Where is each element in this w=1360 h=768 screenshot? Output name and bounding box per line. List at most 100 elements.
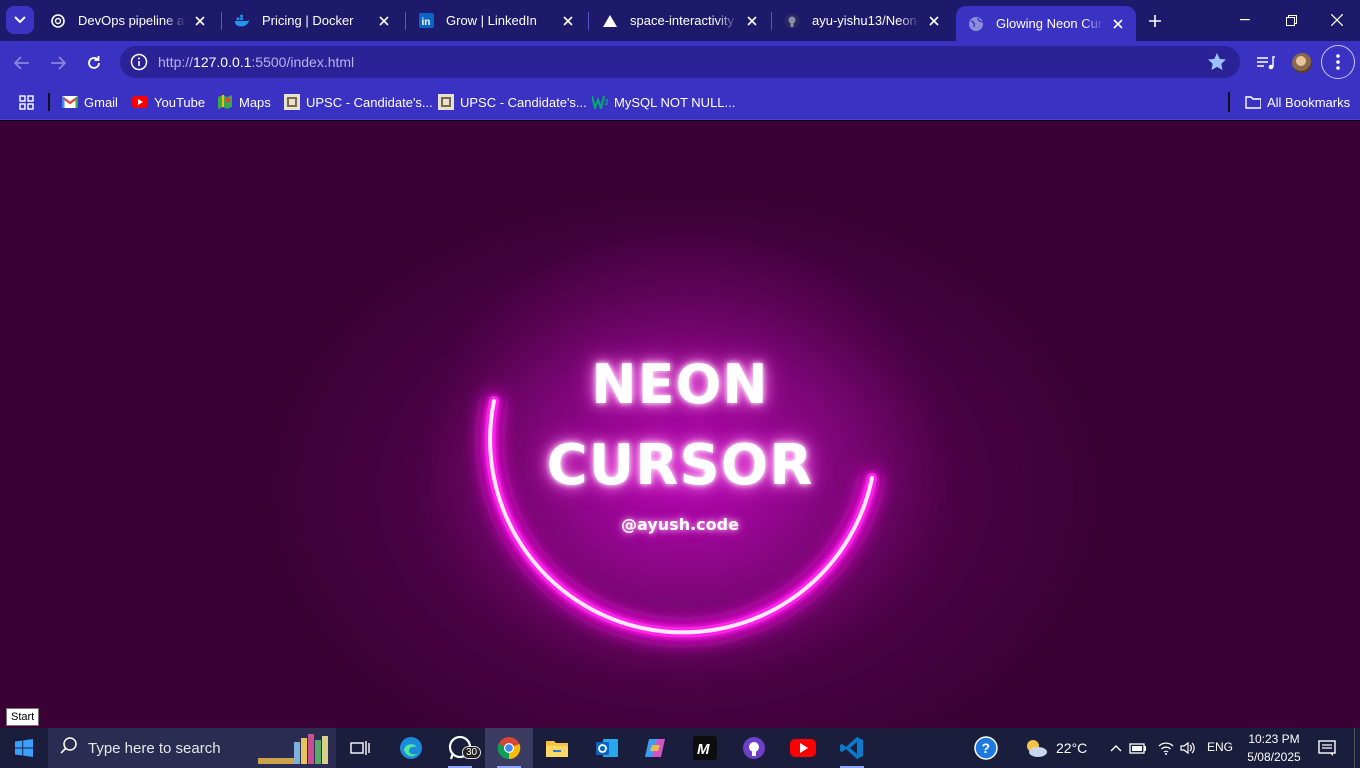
tab-title: DevOps pipeline and	[78, 13, 186, 28]
volume-control[interactable]	[1170, 728, 1206, 768]
search-placeholder: Type here to search	[88, 739, 221, 757]
bookmark-youtube[interactable]: YouTube	[132, 92, 205, 112]
close-icon[interactable]	[560, 13, 576, 29]
weather-widget[interactable]	[1012, 728, 1060, 768]
tab-space-interactivity[interactable]: space-interactivity - C	[590, 6, 770, 35]
tab-docker[interactable]: Pricing | Docker	[222, 6, 402, 35]
restore-button[interactable]	[1268, 0, 1314, 40]
forward-button[interactable]	[44, 49, 72, 77]
taskbar-whatsapp[interactable]: 30	[436, 728, 484, 768]
back-button[interactable]	[8, 49, 36, 77]
input-language[interactable]: ENG	[1207, 740, 1233, 754]
browser-toolbar: http://127.0.0.1:5500/index.html	[0, 41, 1360, 84]
taskbar-outlook[interactable]	[583, 728, 631, 768]
svg-text:?: ?	[982, 740, 991, 756]
media-control-button[interactable]	[1252, 49, 1280, 77]
system-clock[interactable]: 10:23 PM 5/08/2025	[1242, 730, 1306, 766]
plus-icon	[1149, 15, 1161, 27]
taskbar-edge[interactable]	[387, 728, 435, 768]
bookmark-mysql[interactable]: 3 MySQL NOT NULL...	[592, 92, 735, 112]
reload-icon	[88, 56, 100, 69]
bookmark-label: Gmail	[84, 94, 118, 110]
bookmark-divider	[1228, 92, 1230, 112]
url-text: http://127.0.0.1:5500/index.html	[158, 54, 354, 70]
windows-taskbar: Type here to search 30 M ? 22°C ENG 10:2…	[0, 728, 1360, 768]
upsc-icon	[284, 94, 300, 110]
taskbar-m-app[interactable]: M	[681, 728, 729, 768]
notifications-button[interactable]	[1306, 728, 1348, 768]
browser-menu-button[interactable]	[1321, 45, 1355, 79]
chrome-icon	[497, 737, 521, 760]
close-icon[interactable]	[926, 13, 942, 29]
outlook-icon	[596, 739, 618, 757]
folder-icon	[1245, 94, 1261, 110]
tab-separator	[588, 12, 589, 30]
battery-icon	[1129, 743, 1146, 754]
tab-search-button[interactable]	[6, 6, 34, 34]
m-app-icon: M	[693, 736, 717, 760]
taskbar-chrome[interactable]	[485, 728, 533, 768]
page-title-line-2: CURSOR	[546, 433, 814, 498]
bookmark-upsc-2[interactable]: UPSC - Candidate's...	[438, 92, 587, 112]
svg-text:3: 3	[604, 98, 608, 107]
restore-icon	[1285, 14, 1297, 26]
reload-button[interactable]	[80, 49, 108, 77]
bookmark-gmail[interactable]: Gmail	[62, 92, 118, 112]
chevron-down-icon	[14, 16, 26, 24]
tab-linkedin[interactable]: in Grow | LinkedIn	[406, 6, 586, 35]
show-desktop-button[interactable]	[1354, 728, 1360, 768]
new-tab-button[interactable]	[1144, 10, 1166, 32]
notification-center-icon	[1318, 740, 1336, 756]
profile-button[interactable]	[1288, 49, 1316, 77]
taskbar-search[interactable]: Type here to search	[48, 728, 336, 768]
avatar	[1292, 53, 1312, 73]
close-icon[interactable]	[1110, 16, 1126, 32]
author-handle: @ayush.code	[621, 515, 739, 534]
w3-icon: 3	[592, 94, 608, 110]
tab-github[interactable]: ayu-yishu13/Neon-Cu	[772, 6, 952, 35]
all-bookmarks-button[interactable]: All Bookmarks	[1245, 92, 1350, 112]
bookmark-star-icon[interactable]	[1208, 53, 1226, 75]
url-scheme: http://	[158, 54, 194, 70]
minimize-icon	[1240, 19, 1250, 21]
neon-cursor-arc	[425, 221, 945, 681]
minimize-button[interactable]	[1222, 0, 1268, 40]
close-icon[interactable]	[376, 13, 392, 29]
github-desktop-icon	[743, 737, 765, 759]
help-button[interactable]: ?	[962, 728, 1010, 768]
url-host: 127.0.0.1	[193, 54, 252, 70]
page-title-line-1: NEON	[591, 353, 769, 416]
weather-temperature[interactable]: 22°C	[1056, 740, 1087, 756]
tab-title: Glowing Neon Cursor	[996, 16, 1104, 31]
bookmark-maps[interactable]: Maps	[217, 92, 271, 112]
openai-icon	[50, 13, 66, 29]
bookmark-label: UPSC - Candidate's...	[306, 94, 433, 110]
address-bar[interactable]: http://127.0.0.1:5500/index.html	[120, 46, 1240, 78]
github-icon	[784, 13, 800, 29]
windows-logo-icon	[15, 739, 33, 757]
tab-devops[interactable]: DevOps pipeline and	[38, 6, 218, 35]
gmail-icon	[62, 94, 78, 110]
bookmark-label: Maps	[239, 94, 271, 110]
bookmark-label: MySQL NOT NULL...	[614, 94, 736, 110]
close-icon[interactable]	[744, 13, 760, 29]
taskbar-file-explorer[interactable]	[533, 728, 581, 768]
task-view-icon	[350, 741, 370, 755]
close-window-button[interactable]	[1314, 0, 1360, 40]
speaker-icon	[1180, 741, 1195, 755]
taskbar-copilot[interactable]	[631, 728, 679, 768]
url-path: :5500/index.html	[251, 54, 355, 70]
apps-button[interactable]	[18, 92, 40, 112]
search-icon	[60, 737, 78, 759]
bookmark-upsc-1[interactable]: UPSC - Candidate's...	[284, 92, 433, 112]
taskbar-vscode[interactable]	[828, 728, 876, 768]
start-button[interactable]	[0, 728, 48, 768]
site-info-icon[interactable]	[122, 53, 156, 71]
tab-title: space-interactivity - C	[630, 13, 738, 28]
task-view-button[interactable]	[336, 728, 384, 768]
clock-date: 5/08/2025	[1247, 750, 1301, 764]
close-icon[interactable]	[192, 13, 208, 29]
taskbar-youtube[interactable]	[779, 728, 827, 768]
taskbar-github-desktop[interactable]	[730, 728, 778, 768]
tab-glowing-neon-cursor[interactable]: Glowing Neon Cursor	[956, 6, 1136, 41]
